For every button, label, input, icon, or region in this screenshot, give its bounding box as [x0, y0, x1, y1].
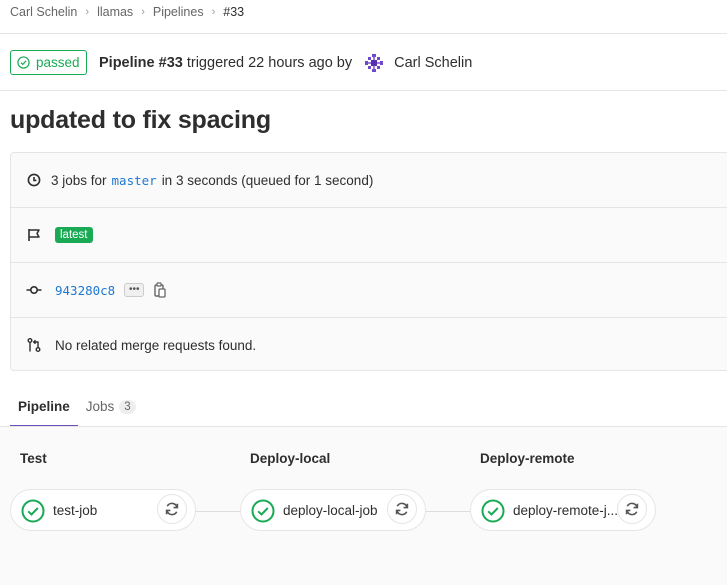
author-name[interactable]: Carl Schelin: [394, 55, 472, 71]
check-circle-icon: [251, 499, 275, 523]
job-name: deploy-local-job: [283, 502, 378, 518]
commit-row: 943280c8 •••: [11, 263, 727, 317]
jobs-count-badge: 3: [119, 399, 136, 414]
retry-icon[interactable]: [617, 494, 647, 524]
clock-icon: [25, 171, 43, 189]
status-badge[interactable]: passed: [10, 50, 87, 75]
page-title: updated to fix spacing: [10, 106, 271, 134]
commit-sha-link[interactable]: 943280c8: [55, 283, 115, 298]
merge-requests-text: No related merge requests found.: [55, 337, 257, 353]
status-label: passed: [36, 55, 80, 70]
tab-pipeline[interactable]: Pipeline: [10, 387, 78, 427]
tab-label: Pipeline: [18, 399, 70, 414]
stage-connector: [425, 511, 471, 512]
commit-icon: [25, 281, 43, 299]
clipboard-icon[interactable]: [153, 282, 167, 298]
stage-title-deploy-local: Deploy-local: [250, 451, 331, 466]
pipeline-header: Pipeline #33 triggered 22 hours ago by C…: [99, 53, 472, 73]
merge-request-row: No related merge requests found.: [11, 318, 727, 372]
chevron-right-icon: ›: [141, 6, 145, 18]
breadcrumb-user[interactable]: Carl Schelin: [10, 5, 77, 19]
pipeline-label: Pipeline #33: [99, 55, 183, 71]
tab-label: Jobs: [85, 399, 115, 414]
job-test[interactable]: test-job: [10, 489, 196, 531]
pipeline-page: Carl Schelin › llamas › Pipelines › #33 …: [0, 0, 727, 585]
chevron-right-icon: ›: [211, 6, 216, 18]
divider: [0, 33, 727, 34]
breadcrumb-pipeline-id[interactable]: #33: [223, 5, 244, 19]
breadcrumb-project[interactable]: llamas: [97, 5, 133, 19]
chevron-right-icon: ›: [85, 6, 90, 18]
stage-title-test: Test: [20, 451, 47, 466]
tab-jobs[interactable]: Jobs 3: [78, 387, 144, 426]
retry-icon[interactable]: [387, 494, 417, 524]
latest-badge[interactable]: latest: [55, 227, 93, 243]
job-name: deploy-remote-j...: [513, 502, 619, 518]
triggered-text: triggered 22 hours ago by: [182, 55, 357, 71]
jobs-summary-row: 3 jobs for master in 3 seconds (queued f…: [11, 153, 727, 207]
stage-title-deploy-remote: Deploy-remote: [480, 451, 575, 466]
divider: [0, 90, 727, 91]
avatar[interactable]: [364, 53, 384, 73]
job-deploy-local[interactable]: deploy-local-job: [240, 489, 426, 531]
branch-link[interactable]: master: [112, 173, 157, 188]
job-deploy-remote[interactable]: deploy-remote-j...: [470, 489, 656, 531]
tag-row: latest: [11, 208, 727, 262]
stage-connector: [195, 511, 241, 512]
pipeline-graph: Test Deploy-local Deploy-remote test-job…: [0, 427, 727, 585]
flag-icon: [25, 226, 43, 244]
check-circle-icon: [481, 499, 505, 523]
pipeline-tabs: Pipeline Jobs 3: [10, 387, 144, 427]
check-circle-icon: [17, 56, 30, 69]
job-name: test-job: [53, 502, 98, 518]
check-circle-icon: [21, 499, 45, 523]
breadcrumb: Carl Schelin › llamas › Pipelines › #33: [10, 3, 244, 21]
merge-request-icon: [25, 336, 43, 354]
expand-commit-button[interactable]: •••: [124, 283, 145, 297]
breadcrumb-pipelines[interactable]: Pipelines: [153, 5, 204, 19]
pipeline-info-panel: 3 jobs for master in 3 seconds (queued f…: [10, 152, 727, 371]
jobs-count-text: 3 jobs for: [51, 172, 107, 188]
retry-icon[interactable]: [157, 494, 187, 524]
duration-text: in 3 seconds (queued for 1 second): [161, 172, 374, 188]
